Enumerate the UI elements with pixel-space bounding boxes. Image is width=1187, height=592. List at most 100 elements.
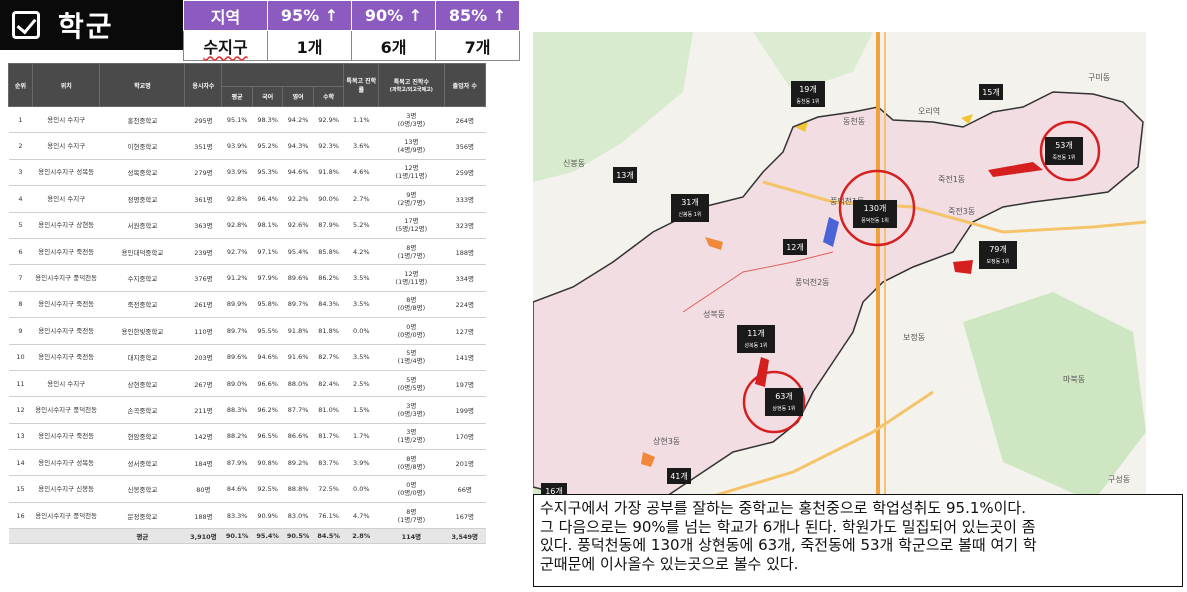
cell-kor: 97.9% [252,264,283,292]
cell-math: 82.7% [313,344,344,371]
cell-grads: 167명 [444,502,486,530]
cell-location: 용인시수지구 성복동 [32,159,100,187]
cell-location: 용인시수지구 죽전동 [32,344,100,371]
cell-eng: 95.4% [282,238,314,266]
cell-math: 72.5% [313,475,344,503]
svg-text:보정동 1위: 보정동 1위 [986,258,1009,265]
summary-region: 수지구 [183,30,268,61]
cell-avg: 92.7% [221,238,253,266]
svg-text:동천동 1위: 동천동 1위 [796,98,819,105]
footer-avg: 90.1% [221,528,253,545]
cell-location: 용인시수지구 상현동 [32,212,100,239]
footer-grads: 3,549명 [444,528,486,545]
map-count-label: 19개 동천동 1위 [791,81,825,107]
cell-rank: 9 [8,317,33,345]
cell-special-count: 5명 (0명/5명) [378,370,445,398]
cell-kor: 95.8% [252,291,283,319]
cell-math: 84.3% [313,291,344,319]
cell-avg: 89.0% [221,370,253,398]
table-row: 15 용인시수지구 신봉동 신봉중학교 80명 84.6% 92.5% 88.8% 72.5%… [8,475,486,503]
table-row: 1 용인시 수지구 홍천중학교 295명 95.1% 98.3% 94.2% 92.9% 1.1… [8,106,486,134]
cell-school: 홍천중학교 [99,106,185,134]
table-row: 4 용인시 수지구 정평중학교 361명 92.8% 96.4% 92.2% 90.0% 2.7… [8,185,486,213]
special-count-value: 0명 [406,322,417,331]
cell-location: 용인시수지구 신봉동 [32,475,100,503]
cell-grads: 334명 [444,264,486,292]
place-label: 풍덕천2동 [795,277,830,287]
cell-math: 92.3% [313,132,344,160]
cell-math: 82.4% [313,370,344,398]
cell-school: 용인대덕중학교 [99,238,185,266]
svg-text:성복동 1위: 성복동 1위 [744,342,767,349]
map-count-label: 12개 [783,239,807,255]
cell-eng: 91.8% [282,317,314,345]
cell-eng: 83.0% [282,502,314,530]
cell-school: 신봉중학교 [99,475,185,503]
cell-students: 295명 [184,106,222,134]
special-count-detail: (0명/3명) [397,119,426,128]
comment-box: 수지구에서 가장 공부를 잘하는 중학교는 홍천중으로 학업성취도 95.1%이… [533,494,1183,587]
cell-grads: 197명 [444,370,486,398]
cell-special-rate: 4.7% [343,502,379,530]
cell-math: 81.7% [313,423,344,451]
cell-special-count: 3명 (0명/3명) [378,106,445,134]
cell-avg: 83.3% [221,502,253,530]
cell-math: 85.8% [313,238,344,266]
district-map[interactable]: 죽전1동 죽전3동 풍덕천1동 풍덕천2동 성복동 상현3동 보정동 동천동 신… [533,32,1146,560]
cell-eng: 94.2% [282,106,314,134]
special-count-value: 3명 [406,401,417,410]
map-count-label: 79개 보정동 1위 [979,241,1017,269]
cell-math: 81.8% [313,317,344,345]
cell-special-count: 13명 (4명/9명) [378,132,445,160]
comment-line: 그 다음으로는 90%를 넘는 학교가 6개나 된다. 학원가도 밀집되어 있는… [540,517,1036,536]
cell-students: 142명 [184,423,222,451]
cell-special-count: 8명 (1명/7명) [378,238,445,266]
col-special-rate: 특목고 진학률 [343,63,380,107]
special-count-value: 12명 [404,270,419,279]
map-canvas: 죽전1동 죽전3동 풍덕천1동 풍덕천2동 성복동 상현3동 보정동 동천동 신… [533,32,1146,560]
cell-math: 86.2% [313,264,344,292]
cell-eng: 88.0% [282,370,314,398]
svg-text:79개: 79개 [989,244,1007,254]
svg-text:130개: 130개 [864,203,887,213]
cell-special-rate: 4.6% [343,159,379,187]
cell-location: 용인시수지구 풍덕천동 [32,396,100,424]
table-header-row: 순위 위치 학교명 응시자수 특목고 진학률 특목고 진학수 (과학고/외고국제… [8,63,486,107]
cell-grads: 201명 [444,449,486,477]
table-row: 12 용인시수지구 풍덕천동 손곡중학교 211명 88.3% 96.2% 87.7% 81.… [8,396,486,424]
cell-location: 용인시수지구 죽전동 [32,317,100,345]
svg-text:19개: 19개 [799,84,817,94]
cell-eng: 89.7% [282,291,314,319]
cell-special-rate: 3.9% [343,449,379,477]
summary-count-95: 1개 [267,30,352,61]
comment-line: 군때문에 이사올수 있는곳으로 볼수 있다. [540,554,799,573]
cell-kor: 98.3% [252,106,283,134]
cell-location: 용인시수지구 풍덕천동 [32,502,100,530]
cell-avg: 88.2% [221,423,253,451]
cell-school: 수지중학교 [99,264,185,292]
cell-math: 83.7% [313,449,344,477]
footer-special-count: 114명 [378,528,445,545]
special-count-detail: (2명/7명) [397,198,426,207]
col-math: 수학 [312,86,345,107]
cell-students: 261명 [184,291,222,319]
cell-kor: 96.6% [252,370,283,398]
cell-rank: 6 [8,238,33,266]
cell-school: 용인한빛중학교 [99,317,185,345]
place-label: 구성동 [1108,475,1130,484]
special-count-detail: (0명/0명) [397,489,426,498]
cell-special-count: 5명 (1명/4명) [378,344,445,371]
svg-text:53개: 53개 [1055,140,1073,150]
cell-grads: 264명 [444,106,486,134]
svg-text:15개: 15개 [982,87,1000,97]
comment-line: 있다. 풍덕천동에 130개 상현동에 63개, 죽전동에 53개 학군으로 볼… [540,536,1037,554]
cell-avg: 87.9% [221,449,253,477]
cell-special-count: 3명 (0명/3명) [378,396,445,424]
special-count-value: 13명 [404,138,419,147]
place-label: 성복동 [703,310,725,319]
cell-kor: 90.8% [252,449,283,477]
cell-grads: 323명 [444,212,486,239]
summary-header-row: 지역 95% ↑ 90% ↑ 85% ↑ [183,0,520,31]
footer-kor: 95.4% [252,528,283,545]
cell-school: 죽전중학교 [99,291,185,319]
